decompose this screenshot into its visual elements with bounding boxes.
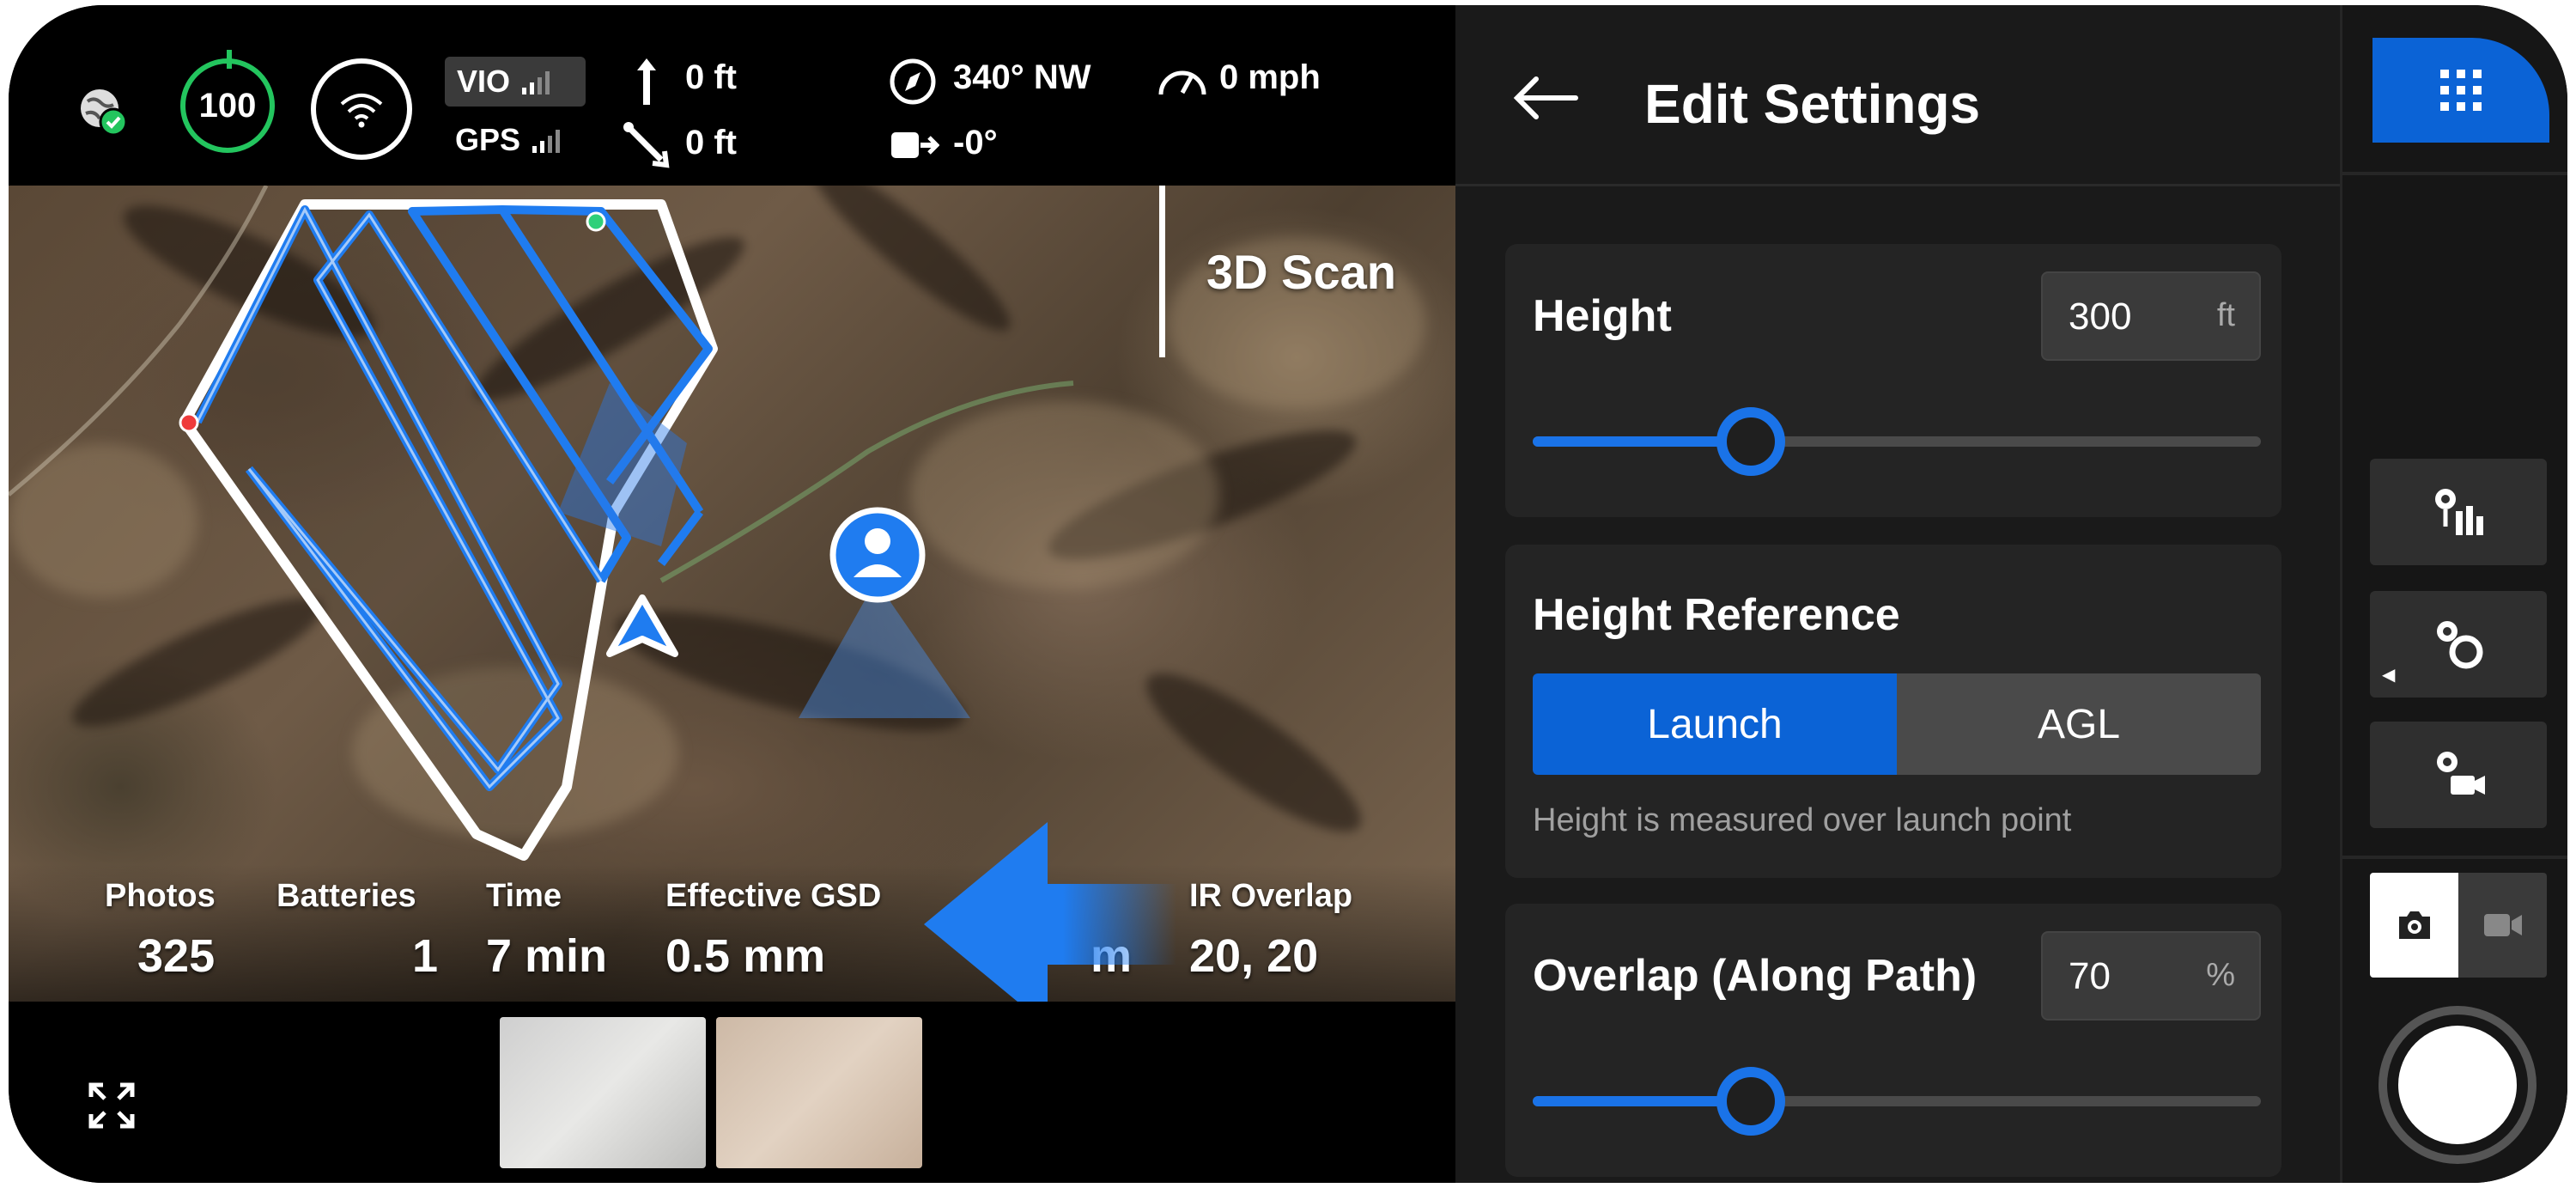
photo-mode-button[interactable] — [2370, 873, 2458, 978]
media-thumbnail[interactable] — [500, 1017, 706, 1168]
overlap-label: Overlap (Along Path) — [1533, 951, 1978, 1001]
right-rail: ◀ — [2340, 5, 2567, 1183]
stat-ir-overlap-value: 20, 20 — [1189, 930, 1319, 982]
height-label: Height — [1533, 291, 1672, 341]
stat-time-label: Time — [486, 878, 562, 914]
photo-camera-icon — [2398, 911, 2430, 939]
orbit-mode-icon — [2437, 621, 2483, 669]
capture-mode-toggle — [2370, 873, 2547, 978]
overlap-slider[interactable] — [1533, 1067, 2261, 1136]
altitude-value: 0 ft — [685, 58, 737, 96]
back-arrow-icon[interactable] — [1510, 74, 1579, 122]
stat-photos-label: Photos — [105, 878, 216, 914]
waypoint-mode-icon — [2435, 489, 2483, 535]
apps-button[interactable] — [2372, 38, 2549, 143]
shutter-inner — [2398, 1026, 2517, 1144]
gimbal-value: -0° — [953, 124, 998, 161]
settings-panel: Edit Settings Height 300 ft Height Refer… — [1455, 5, 2340, 1183]
mission-divider — [1159, 186, 1165, 357]
compass-icon — [890, 58, 936, 105]
overlap-card: Overlap (Along Path) 70 % — [1505, 904, 2281, 1177]
waypoint-mode-button[interactable] — [2370, 459, 2547, 565]
overlap-slider-thumb[interactable] — [1716, 1067, 1786, 1136]
height-card: Height 300 ft — [1505, 244, 2281, 517]
speed-value: 0 mph — [1219, 58, 1321, 96]
stat-ir-overlap-label: IR Overlap — [1189, 878, 1353, 914]
map-view[interactable]: 3D Scan Photos 325 Batteries 1 Time 7 mi… — [9, 186, 1455, 1002]
overlap-input[interactable]: 70 % — [2041, 931, 2261, 1020]
distance-icon — [623, 122, 670, 168]
wifi-signal-icon — [340, 94, 383, 128]
panel-title: Edit Settings — [1644, 73, 1981, 135]
apps-grid-icon — [2440, 70, 2482, 111]
stat-photos-value: 325 — [137, 930, 216, 982]
vio-bars-icon — [522, 69, 550, 94]
gimbal-icon — [891, 132, 939, 158]
gps-status: GPS — [455, 122, 561, 158]
height-unit: ft — [2216, 297, 2235, 333]
status-bar: 100 VIO GPS 0 ft 0 ft 340° NW 0 mph -0° — [9, 5, 1455, 186]
signal-indicator[interactable] — [311, 58, 412, 160]
speedometer-icon — [1158, 70, 1206, 95]
height-reference-label: Height Reference — [1533, 590, 1900, 640]
height-value: 300 — [2069, 295, 2132, 338]
height-slider-thumb[interactable] — [1716, 407, 1786, 476]
height-reference-hint: Height is measured over launch point — [1533, 802, 2072, 838]
option-launch[interactable]: Launch — [1533, 673, 1897, 775]
video-mode-button[interactable] — [2458, 873, 2547, 978]
height-reference-card: Height Reference Launch AGL Height is me… — [1505, 545, 2281, 878]
overlap-value: 70 — [2069, 955, 2111, 997]
stat-gsd-label: Effective GSD — [665, 878, 882, 914]
mission-type-label: 3D Scan — [1206, 245, 1396, 299]
drone-position-icon — [606, 594, 678, 657]
height-reference-toggle: Launch AGL — [1533, 673, 2261, 775]
heading-value: 340° NW — [953, 58, 1091, 96]
stat-gsd-value: 0.5 mm — [665, 930, 826, 982]
globe-check-icon[interactable] — [76, 84, 129, 137]
height-slider[interactable] — [1533, 407, 2261, 476]
gps-bars-icon — [532, 127, 561, 153]
panel-header: Edit Settings — [1455, 5, 2340, 186]
device-frame: 100 VIO GPS 0 ft 0 ft 340° NW 0 mph -0° … — [9, 5, 2567, 1183]
overlap-unit: % — [2206, 957, 2235, 993]
stat-time-value: 7 min — [486, 930, 608, 982]
altitude-arrow-icon — [637, 58, 656, 105]
follow-mode-icon — [2437, 752, 2485, 795]
left-arrow-icon — [924, 822, 1176, 1002]
battery-indicator[interactable]: 100 — [180, 50, 275, 153]
option-agl[interactable]: AGL — [1897, 673, 2261, 775]
submenu-indicator-icon: ◀ — [2382, 666, 2396, 685]
vio-status: VIO — [445, 57, 586, 107]
media-thumbnail[interactable] — [716, 1017, 922, 1168]
orbit-mode-button[interactable]: ◀ — [2370, 591, 2547, 698]
height-input[interactable]: 300 ft — [2041, 271, 2261, 361]
battery-percent: 100 — [198, 86, 257, 125]
follow-mode-button[interactable] — [2370, 722, 2547, 828]
video-camera-icon — [2483, 914, 2522, 936]
media-strip — [9, 1002, 1455, 1183]
mission-stats: Photos 325 Batteries 1 Time 7 min Effect… — [9, 864, 1455, 1002]
stat-batteries-value: 1 — [412, 930, 439, 982]
distance-value: 0 ft — [685, 124, 737, 161]
shutter-button[interactable] — [2379, 1006, 2537, 1164]
stat-batteries-label: Batteries — [276, 878, 416, 914]
expand-icon[interactable] — [88, 1081, 136, 1130]
